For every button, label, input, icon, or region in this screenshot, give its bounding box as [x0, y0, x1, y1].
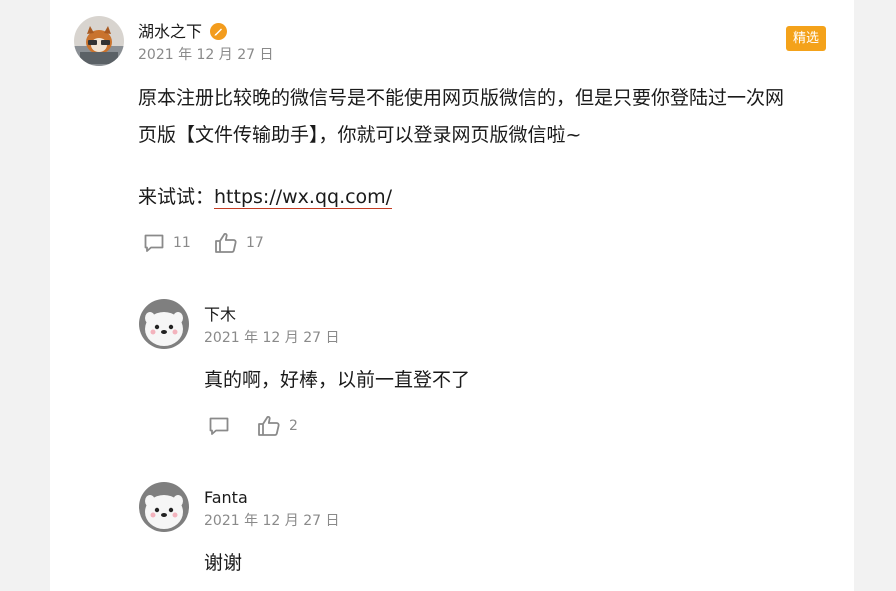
- thumbs-up-icon: [214, 232, 246, 254]
- post-content: 原本注册比较晚的微信号是不能使用网页版微信的，但是只要你登陆过一次网 页版【文件…: [138, 80, 838, 154]
- comment-icon: [208, 415, 238, 437]
- reply-text: 谢谢: [204, 552, 243, 574]
- author-name[interactable]: 湖水之下: [138, 22, 202, 42]
- author-avatar[interactable]: [74, 16, 124, 66]
- reply-avatar[interactable]: [139, 482, 189, 532]
- reply-text: 真的啊，好棒，以前一直登不了: [204, 369, 471, 391]
- reply-author[interactable]: Fanta: [204, 488, 248, 508]
- reply-author[interactable]: 下木: [204, 305, 236, 325]
- comment-card: 湖水之下 2021 年 12 月 27 日 精选 原本注册比较晚的微信号是不能使…: [50, 0, 854, 591]
- try-prefix: 来试试：: [138, 186, 215, 208]
- try-line: 来试试：https://wx.qq.com/: [138, 179, 393, 216]
- featured-badge: 精选: [786, 26, 827, 51]
- reply-date: 2021 年 12 月 27 日: [204, 330, 340, 346]
- reply-date: 2021 年 12 月 27 日: [204, 513, 340, 529]
- reply-like-button[interactable]: 2: [257, 415, 298, 437]
- thumbs-up-icon: [257, 415, 289, 437]
- like-count: 2: [289, 418, 298, 434]
- verified-icon: [210, 23, 227, 40]
- link-wx-qq[interactable]: https://wx.qq.com/: [214, 186, 393, 209]
- content-line: 页版【文件传输助手】，你就可以登录网页版微信啦~: [138, 124, 582, 146]
- post-date: 2021 年 12 月 27 日: [138, 47, 274, 63]
- reply-avatar[interactable]: [139, 299, 189, 349]
- like-button[interactable]: 17: [214, 232, 264, 254]
- content-line: 原本注册比较晚的微信号是不能使用网页版微信的，但是只要你登陆过一次网: [138, 87, 785, 109]
- comment-icon: [143, 232, 173, 254]
- comment-count: 11: [173, 235, 191, 251]
- comment-button[interactable]: 11: [143, 232, 191, 254]
- reply-comment-button[interactable]: [208, 415, 238, 437]
- like-count: 17: [246, 235, 264, 251]
